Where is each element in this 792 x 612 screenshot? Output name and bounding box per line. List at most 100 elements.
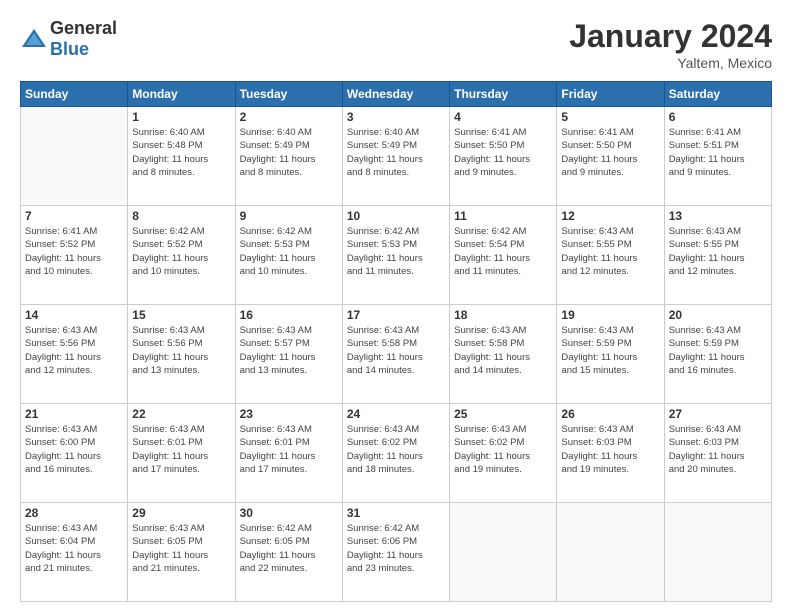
day-info: Sunrise: 6:43 AMSunset: 5:59 PMDaylight:… (669, 324, 767, 377)
day-number: 28 (25, 506, 123, 520)
table-row: 12 Sunrise: 6:43 AMSunset: 5:55 PMDayligh… (557, 206, 664, 305)
table-row: 31Sunrise: 6:42 AMSunset: 6:06 PMDayligh… (342, 503, 449, 602)
calendar-header-row: Sunday Monday Tuesday Wednesday Thursday… (21, 82, 772, 107)
day-info: Sunrise: 6:41 AMSunset: 5:50 PMDaylight:… (561, 126, 659, 179)
table-row: 28 Sunrise: 6:43 AMSunset: 6:04 PMDayligh… (21, 503, 128, 602)
table-row: 4 Sunrise: 6:41 AMSunset: 5:50 PMDaylight… (450, 107, 557, 206)
header-sunday: Sunday (21, 82, 128, 107)
header-thursday: Thursday (450, 82, 557, 107)
table-row: 9 Sunrise: 6:42 AMSunset: 5:53 PMDaylight… (235, 206, 342, 305)
header-tuesday: Tuesday (235, 82, 342, 107)
day-info: Sunrise: 6:43 AMSunset: 6:04 PMDaylight:… (25, 522, 123, 575)
day-info: Sunrise: 6:43 AMSunset: 6:00 PMDaylight:… (25, 423, 123, 476)
day-info: Sunrise: 6:40 AMSunset: 5:49 PMDaylight:… (240, 126, 338, 179)
table-row: 25 Sunrise: 6:43 AMSunset: 6:02 PMDayligh… (450, 404, 557, 503)
title-block: January 2024 Yaltem, Mexico (569, 18, 772, 71)
calendar-location: Yaltem, Mexico (569, 55, 772, 71)
day-info: Sunrise: 6:42 AMSunset: 5:54 PMDaylight:… (454, 225, 552, 278)
table-row: 7Sunrise: 6:41 AMSunset: 5:52 PMDaylight… (21, 206, 128, 305)
day-number: 6 (669, 110, 767, 124)
logo-blue: Blue (50, 39, 89, 59)
header-saturday: Saturday (664, 82, 771, 107)
table-row: 21 Sunrise: 6:43 AMSunset: 6:00 PMDayligh… (21, 404, 128, 503)
day-number: 16 (240, 308, 338, 322)
table-row: 22Sunrise: 6:43 AMSunset: 6:01 PMDayligh… (128, 404, 235, 503)
day-number: 10 (347, 209, 445, 223)
day-info: Sunrise: 6:43 AMSunset: 6:03 PMDaylight:… (669, 423, 767, 476)
header-friday: Friday (557, 82, 664, 107)
day-info: Sunrise: 6:43 AMSunset: 5:55 PMDaylight:… (669, 225, 767, 278)
calendar-week-4: 21 Sunrise: 6:43 AMSunset: 6:00 PMDayligh… (21, 404, 772, 503)
day-info: Sunrise: 6:43 AMSunset: 6:01 PMDaylight:… (240, 423, 338, 476)
table-row: 3Sunrise: 6:40 AMSunset: 5:49 PMDaylight… (342, 107, 449, 206)
table-row: 26 Sunrise: 6:43 AMSunset: 6:03 PMDayligh… (557, 404, 664, 503)
table-row (557, 503, 664, 602)
calendar-week-5: 28 Sunrise: 6:43 AMSunset: 6:04 PMDayligh… (21, 503, 772, 602)
logo-text: General Blue (50, 18, 117, 60)
table-row: 17 Sunrise: 6:43 AMSunset: 5:58 PMDayligh… (342, 305, 449, 404)
table-row (21, 107, 128, 206)
day-number: 18 (454, 308, 552, 322)
day-number: 8 (132, 209, 230, 223)
table-row: 24 Sunrise: 6:43 AMSunset: 6:02 PMDayligh… (342, 404, 449, 503)
header-wednesday: Wednesday (342, 82, 449, 107)
day-info: Sunrise: 6:41 AMSunset: 5:51 PMDaylight:… (669, 126, 767, 179)
table-row: 29Sunrise: 6:43 AMSunset: 6:05 PMDayligh… (128, 503, 235, 602)
day-info: Sunrise: 6:43 AMSunset: 6:01 PMDaylight:… (132, 423, 230, 476)
day-number: 11 (454, 209, 552, 223)
day-number: 12 (561, 209, 659, 223)
day-info: Sunrise: 6:43 AMSunset: 6:02 PMDaylight:… (454, 423, 552, 476)
calendar-week-2: 7Sunrise: 6:41 AMSunset: 5:52 PMDaylight… (21, 206, 772, 305)
table-row: 23 Sunrise: 6:43 AMSunset: 6:01 PMDayligh… (235, 404, 342, 503)
day-info: Sunrise: 6:43 AMSunset: 5:57 PMDaylight:… (240, 324, 338, 377)
logo-icon (20, 25, 48, 53)
day-info: Sunrise: 6:43 AMSunset: 5:58 PMDaylight:… (454, 324, 552, 377)
day-number: 2 (240, 110, 338, 124)
day-info: Sunrise: 6:42 AMSunset: 5:52 PMDaylight:… (132, 225, 230, 278)
day-info: Sunrise: 6:43 AMSunset: 5:58 PMDaylight:… (347, 324, 445, 377)
table-row: 10 Sunrise: 6:42 AMSunset: 5:53 PMDayligh… (342, 206, 449, 305)
calendar-table: Sunday Monday Tuesday Wednesday Thursday… (20, 81, 772, 602)
day-info: Sunrise: 6:42 AMSunset: 5:53 PMDaylight:… (347, 225, 445, 278)
day-number: 4 (454, 110, 552, 124)
day-number: 30 (240, 506, 338, 520)
table-row: 5 Sunrise: 6:41 AMSunset: 5:50 PMDaylight… (557, 107, 664, 206)
table-row: 14Sunrise: 6:43 AMSunset: 5:56 PMDayligh… (21, 305, 128, 404)
calendar-week-3: 14Sunrise: 6:43 AMSunset: 5:56 PMDayligh… (21, 305, 772, 404)
table-row: 18 Sunrise: 6:43 AMSunset: 5:58 PMDayligh… (450, 305, 557, 404)
day-number: 9 (240, 209, 338, 223)
table-row (450, 503, 557, 602)
day-info: Sunrise: 6:43 AMSunset: 5:59 PMDaylight:… (561, 324, 659, 377)
day-number: 17 (347, 308, 445, 322)
table-row: 8 Sunrise: 6:42 AMSunset: 5:52 PMDaylight… (128, 206, 235, 305)
day-number: 13 (669, 209, 767, 223)
table-row: 30 Sunrise: 6:42 AMSunset: 6:05 PMDayligh… (235, 503, 342, 602)
table-row: 6 Sunrise: 6:41 AMSunset: 5:51 PMDaylight… (664, 107, 771, 206)
day-number: 5 (561, 110, 659, 124)
day-number: 29 (132, 506, 230, 520)
day-info: Sunrise: 6:40 AMSunset: 5:48 PMDaylight:… (132, 126, 230, 179)
day-info: Sunrise: 6:42 AMSunset: 5:53 PMDaylight:… (240, 225, 338, 278)
table-row: 27Sunrise: 6:43 AMSunset: 6:03 PMDayligh… (664, 404, 771, 503)
page: General Blue January 2024 Yaltem, Mexico… (0, 0, 792, 612)
day-info: Sunrise: 6:43 AMSunset: 5:55 PMDaylight:… (561, 225, 659, 278)
day-info: Sunrise: 6:41 AMSunset: 5:50 PMDaylight:… (454, 126, 552, 179)
day-number: 26 (561, 407, 659, 421)
calendar-title: January 2024 (569, 18, 772, 55)
calendar-week-1: 1Sunrise: 6:40 AMSunset: 5:48 PMDaylight… (21, 107, 772, 206)
day-info: Sunrise: 6:41 AMSunset: 5:52 PMDaylight:… (25, 225, 123, 278)
day-number: 25 (454, 407, 552, 421)
header: General Blue January 2024 Yaltem, Mexico (20, 18, 772, 71)
table-row: 20Sunrise: 6:43 AMSunset: 5:59 PMDayligh… (664, 305, 771, 404)
day-number: 23 (240, 407, 338, 421)
day-number: 31 (347, 506, 445, 520)
header-monday: Monday (128, 82, 235, 107)
day-info: Sunrise: 6:43 AMSunset: 6:03 PMDaylight:… (561, 423, 659, 476)
day-number: 24 (347, 407, 445, 421)
day-info: Sunrise: 6:42 AMSunset: 6:05 PMDaylight:… (240, 522, 338, 575)
day-info: Sunrise: 6:43 AMSunset: 6:02 PMDaylight:… (347, 423, 445, 476)
day-number: 21 (25, 407, 123, 421)
day-info: Sunrise: 6:43 AMSunset: 5:56 PMDaylight:… (25, 324, 123, 377)
day-number: 15 (132, 308, 230, 322)
day-info: Sunrise: 6:43 AMSunset: 5:56 PMDaylight:… (132, 324, 230, 377)
